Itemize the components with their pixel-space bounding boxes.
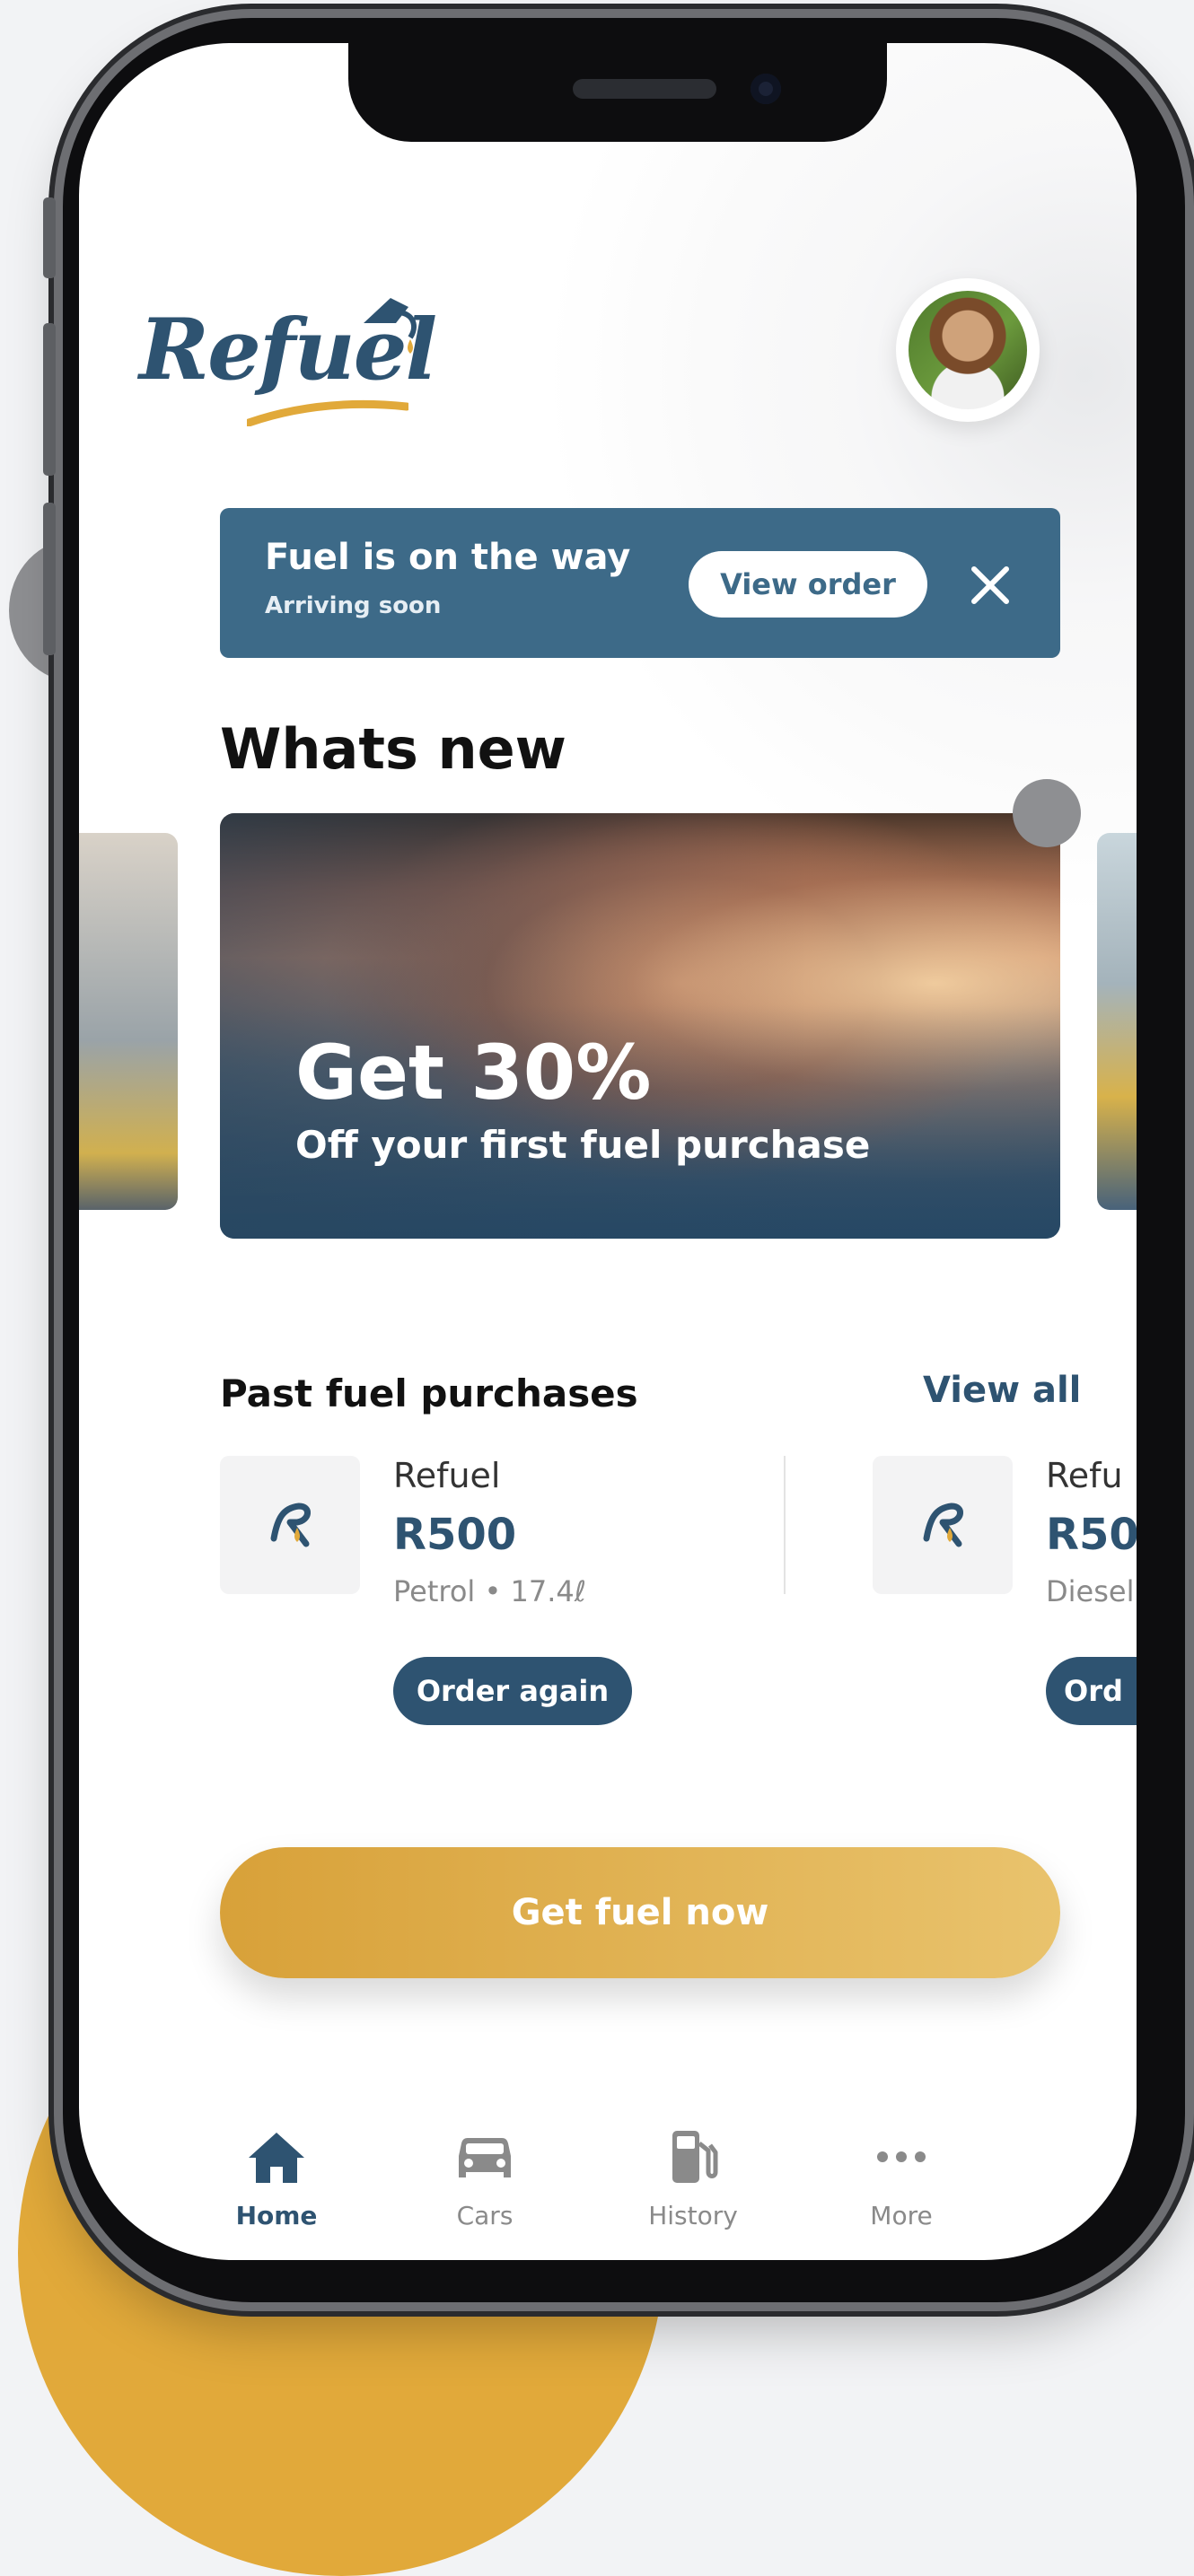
purchase-details: Diesel <box>1046 1574 1135 1608</box>
carousel-handle[interactable] <box>1013 779 1081 847</box>
tab-label: More <box>870 2201 933 2230</box>
front-camera <box>751 74 781 104</box>
order-status-banner: Fuel is on the way Arriving soon View or… <box>220 508 1060 658</box>
purchase-details: Petrol • 17.4ℓ <box>393 1574 586 1608</box>
purchase-amount: R500 <box>393 1510 517 1560</box>
order-again-button[interactable]: Ord <box>1046 1657 1137 1725</box>
view-order-button[interactable]: View order <box>689 551 927 618</box>
fuel-nozzle-icon <box>364 298 417 354</box>
more-dots-icon <box>877 2151 926 2162</box>
refuel-mark-icon <box>923 1503 963 1547</box>
purchase-card[interactable]: Refuel R500 Petrol • 17.4ℓ Order again <box>220 1456 759 1752</box>
purchase-amount: R50 <box>1046 1510 1137 1560</box>
banner-subtitle: Arriving soon <box>265 592 442 619</box>
speaker <box>573 79 716 99</box>
refuel-mark-icon <box>270 1503 311 1547</box>
notch <box>348 43 887 142</box>
tab-label: Home <box>235 2201 318 2230</box>
logo-swoosh <box>247 399 408 426</box>
volume-down-button <box>43 503 56 655</box>
promo-card[interactable]: Get 30% Off your first fuel purchase <box>220 813 1060 1239</box>
mute-switch <box>43 197 56 278</box>
tab-home[interactable]: Home <box>187 2125 366 2230</box>
tab-history[interactable]: History <box>603 2125 783 2230</box>
promo-card-previous[interactable] <box>79 833 178 1210</box>
order-again-button[interactable]: Order again <box>393 1657 632 1725</box>
promo-subtitle: Off your first fuel purchase <box>295 1123 871 1167</box>
vendor-thumbnail <box>220 1456 360 1594</box>
fuel-pump-icon <box>672 2131 718 2183</box>
promo-card-next[interactable] <box>1097 833 1137 1210</box>
tab-cars[interactable]: Cars <box>395 2125 575 2230</box>
tab-label: Cars <box>456 2201 514 2230</box>
app-screen: Refuel Fuel is on the way Arriving soon … <box>79 43 1137 2260</box>
purchase-vendor: Refu <box>1046 1456 1123 1495</box>
bottom-tab-bar: Home Cars History More <box>79 2072 1137 2260</box>
vendor-thumbnail <box>873 1456 1013 1594</box>
section-title-past-purchases: Past fuel purchases <box>220 1371 638 1415</box>
purchase-vendor: Refuel <box>393 1456 501 1495</box>
section-title-whats-new: Whats new <box>220 716 566 782</box>
car-icon <box>459 2138 511 2177</box>
promo-overlay <box>220 813 1060 1239</box>
promo-title: Get 30% <box>295 1029 652 1117</box>
view-all-link[interactable]: View all <box>923 1370 1081 1411</box>
purchase-divider <box>784 1456 786 1594</box>
tab-more[interactable]: More <box>812 2125 991 2230</box>
avatar <box>909 291 1027 409</box>
volume-up-button <box>43 323 56 476</box>
close-icon[interactable] <box>967 562 1014 609</box>
avatar-button[interactable] <box>896 278 1040 422</box>
get-fuel-now-button[interactable]: Get fuel now <box>220 1847 1060 1978</box>
tab-label: History <box>648 2201 738 2230</box>
banner-title: Fuel is on the way <box>265 537 631 578</box>
purchase-card[interactable]: Refu R50 Diesel Ord <box>873 1456 1137 1752</box>
refuel-logo: Refuel <box>139 287 437 440</box>
home-icon <box>249 2133 304 2183</box>
